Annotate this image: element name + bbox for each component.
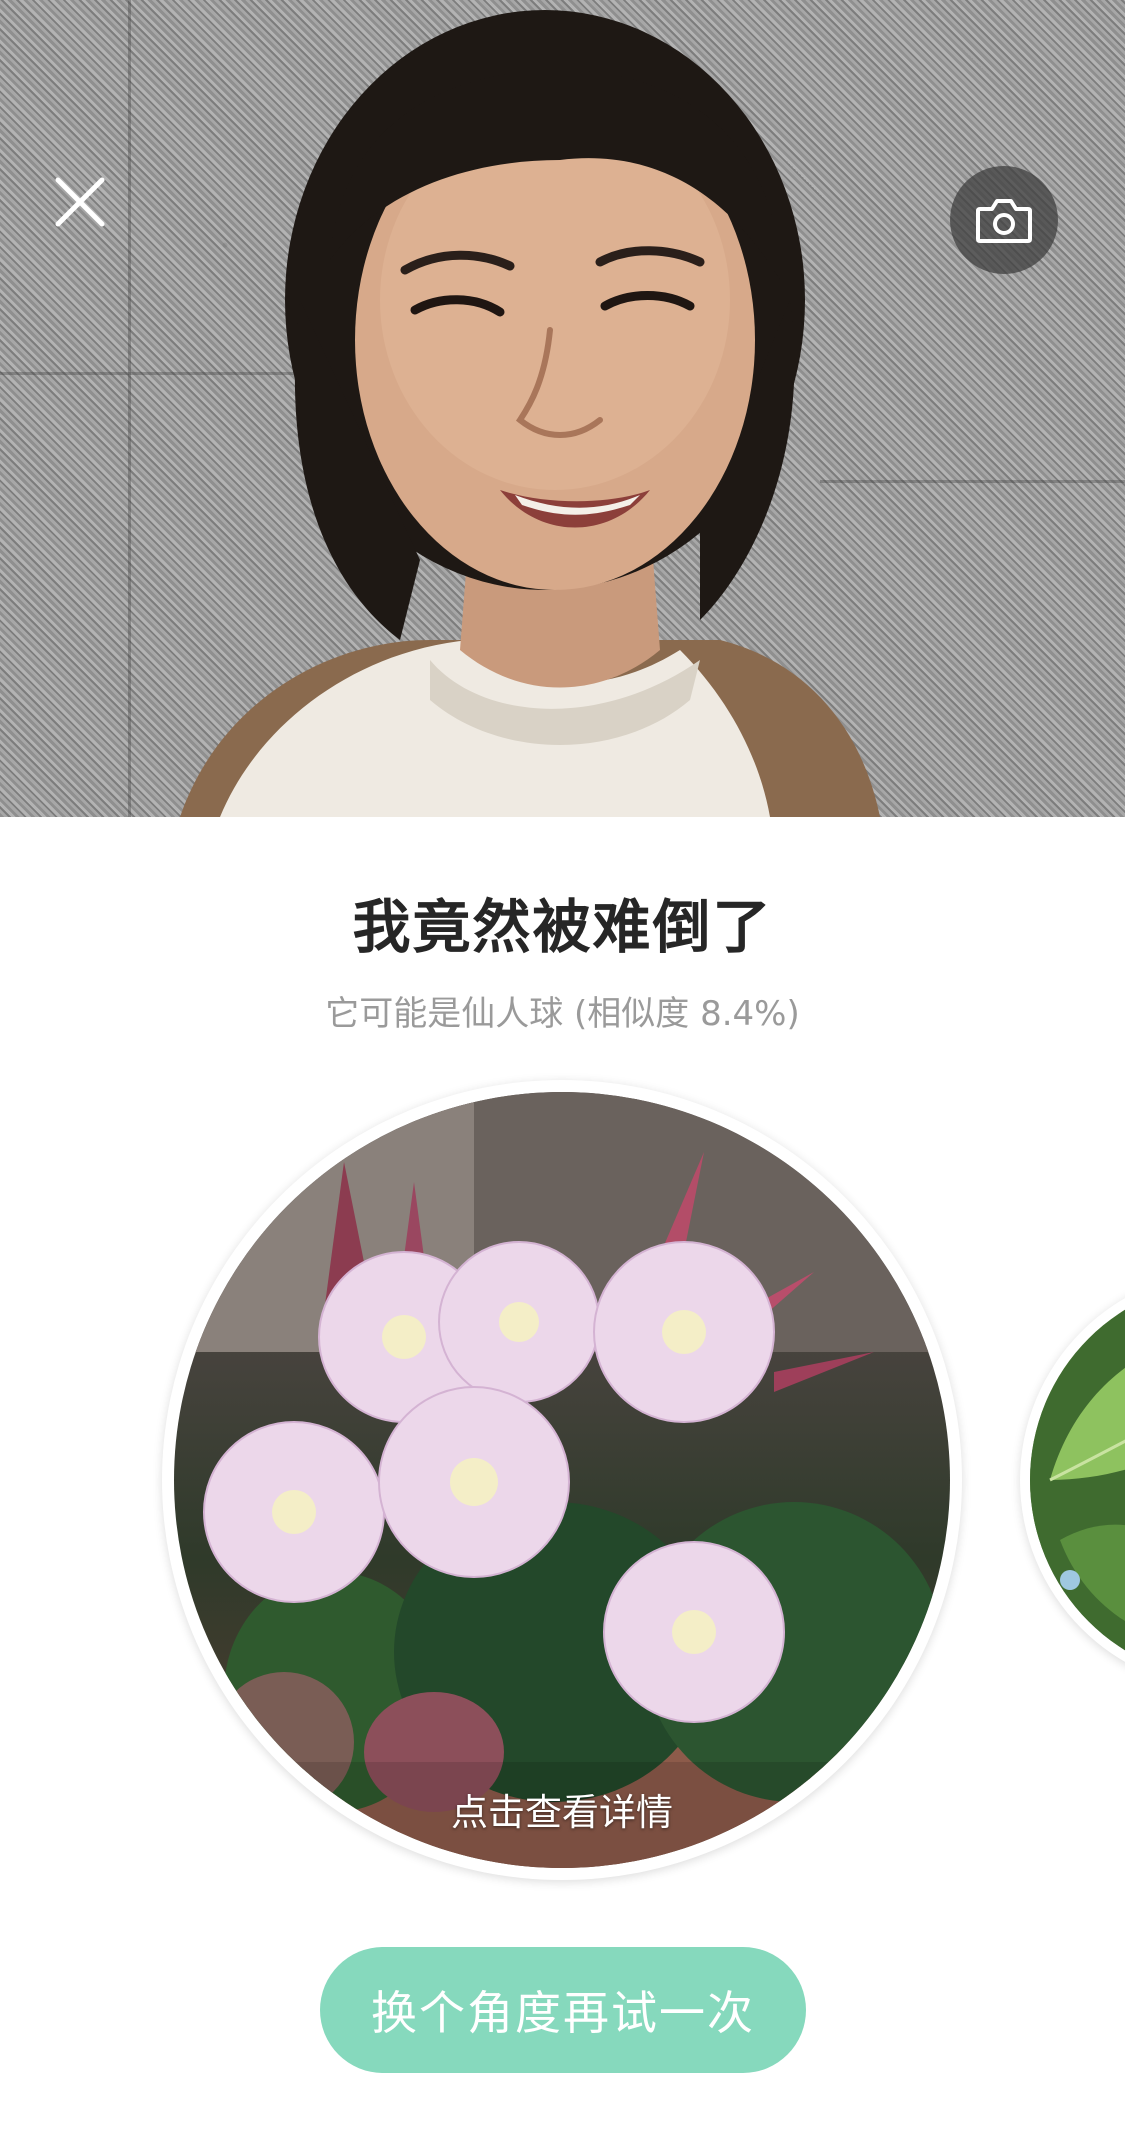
close-icon — [55, 177, 105, 227]
close-button[interactable] — [48, 170, 112, 234]
leaf-illustration — [1030, 1280, 1125, 1680]
leaf-image — [1030, 1280, 1125, 1680]
view-details-caption: 点击查看详情 — [451, 1791, 673, 1834]
camera-icon — [976, 199, 1032, 243]
cactus-flower-illustration — [174, 1092, 950, 1868]
result-subtitle: 它可能是仙人球 (相似度 8.4%) — [325, 994, 800, 1034]
result-title: 我竟然被难倒了 — [352, 893, 773, 961]
result-card-cactus[interactable]: 点击查看详情 — [162, 1080, 962, 1880]
captured-photo — [0, 0, 1125, 817]
retry-button[interactable]: 换个角度再试一次 — [320, 1947, 806, 2073]
person-in-photo — [180, 10, 880, 817]
camera-button[interactable] — [950, 166, 1058, 274]
result-card-next[interactable] — [1020, 1270, 1125, 1690]
identification-result-screen: 我竟然被难倒了 它可能是仙人球 (相似度 8.4%) 点击查看详情 换个角度再试… — [0, 0, 1125, 2135]
cactus-flower-image: 点击查看详情 — [174, 1092, 950, 1868]
